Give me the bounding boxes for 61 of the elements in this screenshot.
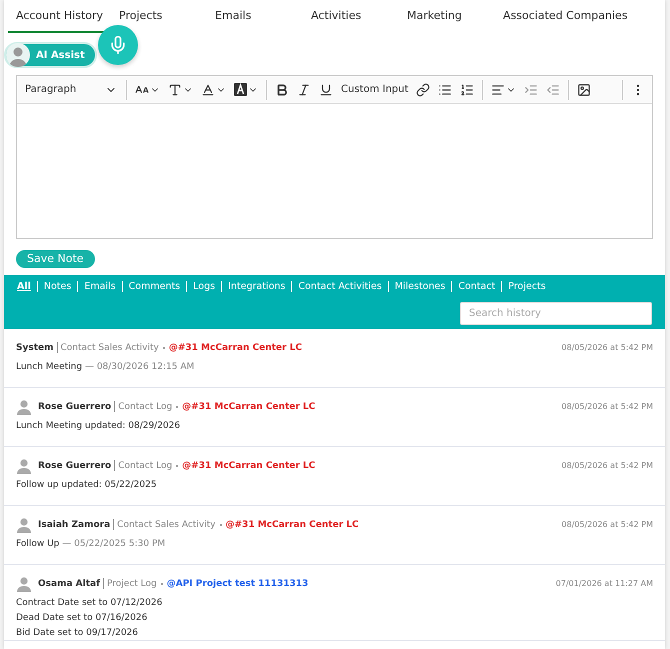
tab[interactable]: Marketing bbox=[399, 0, 496, 33]
bold-icon[interactable] bbox=[275, 82, 289, 96]
record-link[interactable]: @#31 McCarran Center LC bbox=[182, 402, 316, 412]
record-link[interactable]: @#31 McCarran Center LC bbox=[168, 342, 302, 352]
filter-link[interactable]: Contact Activities bbox=[298, 281, 382, 292]
italic-icon[interactable] bbox=[297, 82, 311, 96]
bullet-list-icon[interactable] bbox=[438, 82, 452, 96]
entry-source: Contact Sales Activity bbox=[60, 342, 159, 352]
filter-link[interactable]: All bbox=[17, 281, 31, 292]
author-name: System bbox=[16, 342, 54, 352]
entry-text: Lunch Meeting — 08/30/2026 12:15 AM bbox=[16, 360, 196, 374]
custom-input-button[interactable]: Custom Input bbox=[338, 78, 412, 100]
filter-link[interactable]: Emails bbox=[84, 281, 116, 292]
entry-time: 08/05/2026 at 5:42 PM bbox=[562, 402, 653, 411]
author-name: Rose Guerrero bbox=[38, 460, 112, 470]
entry-text: Contract Date set to 07/12/2026 bbox=[16, 596, 164, 610]
tab[interactable]: Associated Companies bbox=[495, 0, 636, 33]
record-link[interactable]: @#31 McCarran Center LC bbox=[226, 520, 359, 530]
paragraph-dropdown[interactable]: Paragraph bbox=[21, 84, 121, 96]
filter-link[interactable]: Milestones bbox=[394, 281, 446, 292]
filter-link[interactable]: Projects bbox=[508, 281, 546, 292]
record-link[interactable]: @#31 McCarran Center LC bbox=[182, 460, 316, 470]
link-icon[interactable] bbox=[416, 82, 430, 96]
avatar-icon bbox=[6, 43, 30, 67]
ai-assist-button[interactable]: AI Assist bbox=[4, 42, 97, 68]
image-icon[interactable] bbox=[577, 82, 592, 96]
underline-icon[interactable] bbox=[319, 82, 333, 96]
tab[interactable]: Emails bbox=[207, 0, 304, 33]
filter-link[interactable]: Logs bbox=[193, 281, 216, 292]
entry-text: Bid Date set to 09/17/2026 bbox=[16, 626, 140, 640]
tab[interactable]: Activities bbox=[303, 0, 400, 33]
filter-link[interactable]: Comments bbox=[128, 281, 180, 292]
entry-time: 08/05/2026 at 5:42 PM bbox=[562, 520, 653, 529]
filter-link[interactable]: Notes bbox=[44, 281, 72, 292]
highlight-icon bbox=[234, 83, 247, 96]
record-link[interactable]: @API Project test 11131313 bbox=[166, 578, 308, 588]
filter-link[interactable]: Integrations bbox=[228, 281, 286, 292]
entry-source: Contact Sales Activity bbox=[117, 520, 216, 530]
tab[interactable]: Projects bbox=[111, 0, 208, 33]
entry-text: Lunch Meeting updated: 08/29/2026 bbox=[16, 420, 182, 432]
align-left-icon bbox=[491, 82, 506, 96]
author-name: Rose Guerrero bbox=[38, 402, 112, 412]
entry-text: Dead Date set to 07/16/2026 bbox=[16, 612, 148, 624]
font-color-icon bbox=[201, 82, 215, 96]
author-name: Isaiah Zamora bbox=[38, 520, 110, 530]
entry-text: Follow Up — 05/22/2025 5:30 PM bbox=[16, 538, 166, 550]
font-icon bbox=[168, 82, 182, 96]
indent-icon[interactable] bbox=[524, 82, 538, 96]
entry-text: Follow up updated: 05/22/2025 bbox=[16, 478, 158, 492]
filter-link[interactable]: Contact bbox=[458, 281, 496, 292]
save-note-button[interactable]: Save Note bbox=[16, 250, 95, 268]
entry-time: 08/05/2026 at 5:42 PM bbox=[562, 461, 653, 470]
outdent-icon[interactable] bbox=[546, 82, 560, 96]
entry-time: 07/01/2026 at 11:27 AM bbox=[556, 579, 653, 588]
author-name: Osama Altaf bbox=[38, 578, 100, 588]
search-field[interactable]: Search history bbox=[460, 302, 652, 324]
entry-source: Project Log bbox=[107, 578, 157, 588]
entry-source: Contact Log bbox=[118, 460, 172, 470]
numbered-list-icon[interactable] bbox=[460, 82, 474, 96]
entry-time: 08/05/2026 at 5:42 PM bbox=[562, 343, 653, 352]
entry-source: Contact Log bbox=[118, 402, 172, 412]
